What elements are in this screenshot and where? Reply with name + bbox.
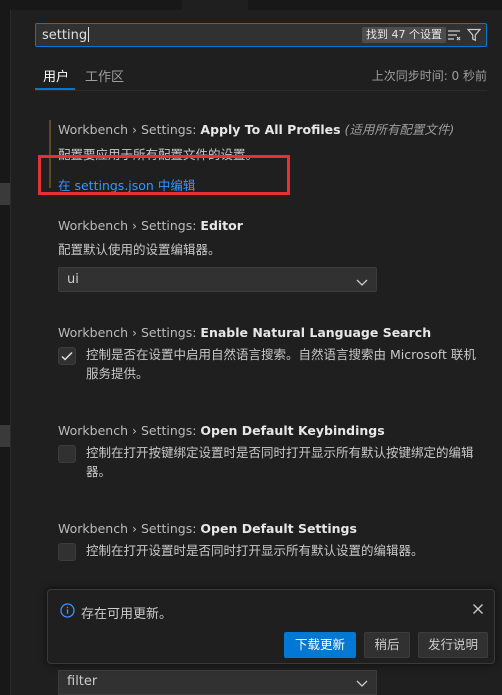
close-icon[interactable]: [472, 603, 484, 619]
filter-icon[interactable]: [466, 28, 482, 46]
setting-open-default-keybindings: Workbench › Settings: Open Default Keybi…: [58, 423, 488, 438]
setting-natural-language-search: Workbench › Settings: Enable Natural Lan…: [58, 325, 488, 340]
open-default-keybindings-checkbox[interactable]: [58, 445, 76, 463]
text-caret: [88, 27, 90, 42]
editor-select[interactable]: ui: [58, 267, 377, 292]
editor-tab[interactable]: [182, 0, 248, 10]
setting-editor: Workbench › Settings: Editor 配置默认使用的设置编辑…: [58, 218, 488, 259]
setting-prefix: Workbench › Settings:: [58, 423, 201, 438]
setting-prefix: Workbench › Settings:: [58, 325, 201, 340]
editor-tab-strip: [10, 0, 502, 10]
chevron-down-icon: [356, 276, 368, 291]
info-icon: [60, 603, 75, 622]
setting-prefix: Workbench › Settings:: [58, 521, 201, 536]
clear-filter-icon[interactable]: [447, 29, 461, 45]
setting-description: 配置默认使用的设置编辑器。: [58, 242, 221, 257]
setting-name: Open Default Keybindings: [200, 423, 385, 438]
result-count-badge: 找到 47 个设置: [362, 27, 446, 43]
setting-name: Enable Natural Language Search: [200, 325, 432, 340]
setting-open-default-settings: Workbench › Settings: Open Default Setti…: [58, 521, 488, 536]
sidebar-marker: [0, 425, 10, 447]
tab-workspace[interactable]: 工作区: [85, 66, 124, 85]
setting-name: Apply To All Profiles: [200, 122, 341, 137]
setting-note: (适用所有配置文件): [344, 122, 455, 137]
later-button[interactable]: 稍后: [364, 632, 410, 658]
filter-select[interactable]: filter: [58, 670, 377, 695]
search-query: setting: [42, 28, 88, 43]
notification-message: 存在可用更新。: [81, 607, 173, 622]
filter-select-value: filter: [67, 674, 98, 689]
settings-search-input[interactable]: setting 找到 47 个设置: [35, 23, 487, 47]
setting-description: 控制是否在设置中启用自然语言搜索。自然语言搜索由 Microsoft 联机服务提…: [86, 347, 476, 381]
download-update-button[interactable]: 下载更新: [284, 632, 356, 658]
settings-scope-tabs: 用户 工作区 上次同步时间: 0 秒前: [35, 58, 487, 91]
editor-select-value: ui: [67, 272, 79, 287]
highlight-annotation: [38, 155, 290, 195]
chevron-down-icon: [356, 677, 368, 692]
setting-description: 控制在打开按键绑定设置时是否同时打开显示所有默认按键绑定的编辑器。: [86, 445, 474, 479]
open-default-settings-checkbox[interactable]: [58, 543, 76, 561]
natural-language-search-checkbox[interactable]: [58, 347, 76, 365]
setting-name: Editor: [200, 218, 243, 233]
setting-name: Open Default Settings: [200, 521, 357, 536]
active-tab-indicator: [35, 88, 75, 90]
sidebar-marker: [0, 183, 10, 205]
release-notes-button[interactable]: 发行说明: [418, 632, 488, 658]
activity-bar-edge: [0, 0, 11, 695]
setting-prefix: Workbench › Settings:: [58, 218, 201, 233]
setting-prefix: Workbench › Settings:: [58, 122, 201, 137]
setting-description: 控制在打开设置时是否同时打开显示所有默认设置的编辑器。: [86, 543, 424, 558]
update-notification: 存在可用更新。 下载更新 稍后 发行说明: [47, 589, 495, 664]
check-icon: [61, 351, 73, 361]
sync-status: 上次同步时间: 0 秒前: [371, 69, 487, 83]
tab-user[interactable]: 用户: [43, 66, 69, 85]
